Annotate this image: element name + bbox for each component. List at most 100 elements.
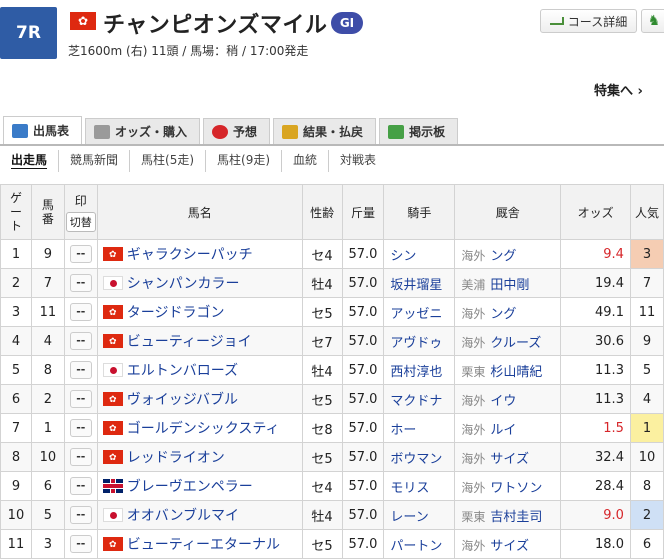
trainer-link[interactable]: サイズ bbox=[490, 452, 529, 467]
mark-cell: -- bbox=[63, 297, 98, 327]
subnav-item[interactable]: 競馬新聞 bbox=[58, 150, 129, 172]
gate-cell: 5 bbox=[0, 355, 32, 385]
subnav-item[interactable]: 血統 bbox=[281, 150, 328, 172]
header-mark: 印 切替 bbox=[63, 184, 98, 240]
popularity-cell: 9 bbox=[629, 326, 664, 356]
trainer-link[interactable]: サイズ bbox=[490, 539, 529, 554]
trainer-link[interactable]: ルイ bbox=[490, 423, 516, 438]
horse-name-link[interactable]: タージドラゴン bbox=[127, 305, 225, 321]
horse-name-link[interactable]: ゴールデンシックスティ bbox=[127, 421, 280, 437]
mark-selector[interactable]: -- bbox=[69, 448, 92, 466]
horse-name-link[interactable]: ビューティーエターナル bbox=[127, 537, 280, 553]
sex-age-cell: セ4 bbox=[301, 239, 343, 269]
horse-cell: シャンパンカラー bbox=[96, 268, 303, 298]
tab-1[interactable]: オッズ・購入 bbox=[85, 118, 201, 144]
mark-selector[interactable]: -- bbox=[69, 506, 92, 524]
horse-name-link[interactable]: ブレーヴエンペラー bbox=[127, 479, 253, 495]
jockey-cell: モリス bbox=[383, 471, 456, 501]
gate-cell: 8 bbox=[0, 442, 32, 472]
trainer-link[interactable]: イウ bbox=[490, 394, 516, 409]
horse-name-link[interactable]: レッドライオン bbox=[127, 450, 225, 466]
gate-cell: 10 bbox=[0, 500, 32, 530]
jockey-link[interactable]: レーン bbox=[390, 510, 428, 525]
mark-selector[interactable]: -- bbox=[69, 477, 92, 495]
header-sex-age: 性齢 bbox=[301, 184, 343, 240]
tab-3[interactable]: 結果・払戻 bbox=[273, 118, 377, 144]
horse-cell: ✿ ギャラクシーパッチ bbox=[96, 239, 303, 269]
subnav-item[interactable]: 対戦表 bbox=[328, 150, 387, 172]
mark-cell: -- bbox=[63, 529, 98, 559]
mark-selector[interactable]: -- bbox=[69, 419, 92, 437]
coins-icon bbox=[282, 124, 299, 139]
gate-cell: 6 bbox=[0, 384, 32, 414]
mark-cell: -- bbox=[63, 413, 98, 443]
trainer-link[interactable]: 吉村圭司 bbox=[490, 510, 542, 525]
tab-2[interactable]: 予想 bbox=[203, 118, 271, 144]
trainer-link[interactable]: クルーズ bbox=[490, 336, 541, 351]
trainer-link[interactable]: ング bbox=[490, 249, 516, 264]
horse-cell: ✿ ビューティーエターナル bbox=[96, 529, 303, 559]
jockey-link[interactable]: モリス bbox=[390, 481, 429, 496]
jockey-cell: ボウマン bbox=[383, 442, 456, 472]
jockey-link[interactable]: アッゼニ bbox=[390, 307, 442, 322]
weight-cell: 57.0 bbox=[341, 297, 385, 327]
japan-flag-icon bbox=[102, 508, 123, 522]
course-detail-button[interactable]: コース詳細 bbox=[540, 9, 637, 33]
jockey-link[interactable]: ホー bbox=[390, 423, 416, 438]
table-row: 3 11 -- ✿ タージドラゴン セ5 57.0 アッゼニ 海外 ング 49.1 11 bbox=[0, 297, 664, 327]
tab-0[interactable]: 出馬表 bbox=[3, 116, 83, 144]
hong-kong-flag-icon: ✿ bbox=[102, 421, 123, 435]
trainer-link[interactable]: 田中剛 bbox=[490, 278, 529, 293]
mark-toggle-button[interactable]: 切替 bbox=[65, 212, 96, 232]
sub-navigation: 出走馬 競馬新聞 馬柱(5走) 馬柱(9走) 血統 対戦表 bbox=[0, 150, 387, 172]
horse-name-link[interactable]: ヴォイッジバブル bbox=[127, 392, 238, 408]
mark-cell: -- bbox=[63, 326, 98, 356]
jockey-cell: パートン bbox=[383, 529, 456, 559]
trainer-cell: 栗東 吉村圭司 bbox=[454, 500, 562, 530]
mark-selector[interactable]: -- bbox=[69, 390, 92, 408]
table-row: 6 2 -- ✿ ヴォイッジバブル セ5 57.0 マクドナ 海外 イウ 11.3 4 bbox=[0, 384, 664, 414]
jockey-cell: アヴドゥ bbox=[383, 326, 456, 356]
sex-age-cell: セ4 bbox=[301, 471, 343, 501]
jockey-link[interactable]: パートン bbox=[390, 539, 442, 554]
mark-selector[interactable]: -- bbox=[69, 245, 92, 263]
jockey-link[interactable]: 坂井瑠星 bbox=[390, 278, 442, 293]
odds-cell: 32.4 bbox=[560, 442, 631, 472]
horse-cell: ✿ レッドライオン bbox=[96, 442, 303, 472]
gate-cell: 4 bbox=[0, 326, 32, 356]
chat-icon bbox=[388, 124, 405, 139]
horse-name-link[interactable]: ギャラクシーパッチ bbox=[127, 247, 253, 263]
subnav-item[interactable]: 馬柱(9走) bbox=[205, 150, 281, 172]
tab-4[interactable]: 掲示板 bbox=[379, 118, 459, 144]
jockey-link[interactable]: ボウマン bbox=[390, 452, 442, 467]
mark-selector[interactable]: -- bbox=[69, 274, 92, 292]
special-feature-link[interactable]: 特集へ › bbox=[594, 80, 643, 99]
mark-selector[interactable]: -- bbox=[69, 535, 92, 553]
table-row: 9 6 -- ブレーヴエンペラー セ4 57.0 モリス 海外 ワトソン 28.4 8 bbox=[0, 471, 664, 501]
trainer-link[interactable]: 杉山晴紀 bbox=[490, 365, 542, 380]
trainer-link[interactable]: ング bbox=[490, 307, 516, 322]
mark-cell: -- bbox=[63, 442, 98, 472]
mark-selector[interactable]: -- bbox=[69, 332, 92, 350]
jockey-link[interactable]: 西村淳也 bbox=[390, 365, 442, 380]
odds-cell: 1.5 bbox=[560, 413, 631, 443]
jockey-link[interactable]: マクドナ bbox=[390, 394, 442, 409]
sex-age-cell: 牡4 bbox=[301, 500, 343, 530]
table-row: 5 8 -- エルトンバローズ 牡4 57.0 西村淳也 栗東 杉山晴紀 11.3 5 bbox=[0, 355, 664, 385]
subnav-item[interactable]: 出走馬 bbox=[0, 150, 58, 172]
horse-name-link[interactable]: オオバンブルマイ bbox=[127, 508, 239, 524]
jockey-link[interactable]: アヴドゥ bbox=[390, 336, 442, 351]
uk-flag-icon bbox=[102, 479, 123, 493]
horse-name-link[interactable]: エルトンバローズ bbox=[127, 363, 238, 379]
horse-name-link[interactable]: ビューティージョイ bbox=[127, 334, 252, 350]
number-cell: 6 bbox=[30, 471, 65, 501]
jockey-link[interactable]: シン bbox=[390, 249, 416, 264]
sex-age-cell: セ7 bbox=[301, 326, 343, 356]
horse-icon-button[interactable]: ♞ bbox=[641, 9, 664, 33]
subnav-item[interactable]: 馬柱(5走) bbox=[129, 150, 205, 172]
horse-name-link[interactable]: シャンパンカラー bbox=[127, 276, 240, 292]
mark-selector[interactable]: -- bbox=[69, 361, 92, 379]
mark-selector[interactable]: -- bbox=[69, 303, 92, 321]
trainer-link[interactable]: ワトソン bbox=[490, 481, 542, 496]
trainer-region: 海外 bbox=[461, 393, 486, 408]
